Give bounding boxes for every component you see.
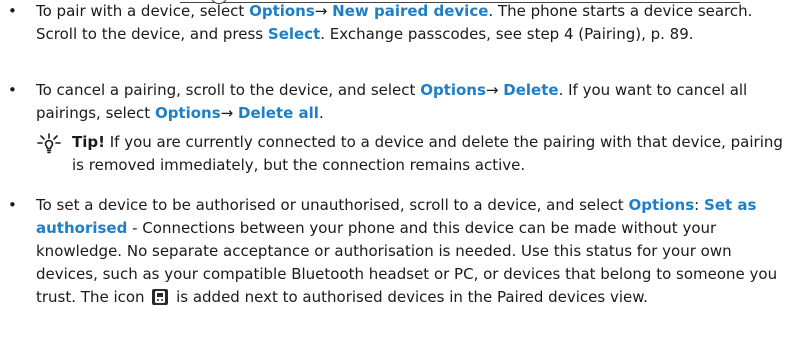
arrow: → — [485, 81, 499, 99]
keyword-select: Select — [267, 25, 321, 43]
list-item-authorise: • To set a device to be authorised or un… — [8, 194, 786, 309]
text: . — [318, 104, 324, 122]
manual-page: • To pair with a device, select Options→… — [0, 0, 802, 357]
tip-box: Tip! If you are currently connected to a… — [37, 131, 786, 177]
keyword-delete: Delete — [503, 81, 559, 99]
tip-text: If you are currently connected to a devi… — [72, 133, 783, 174]
keyword-options: Options — [420, 81, 486, 99]
keyword-delete-all: Delete all — [238, 104, 319, 122]
bullet: • — [8, 81, 17, 99]
text: To cancel a pairing, scroll to the devic… — [36, 81, 421, 99]
tip-label: Tip! — [72, 133, 105, 151]
text: To pair with a device, select — [36, 2, 250, 20]
list-item-pair: • To pair with a device, select Options→… — [8, 0, 786, 46]
keyword-options: Options — [154, 104, 221, 122]
keyword-options: Options — [628, 196, 695, 214]
bullet: • — [8, 196, 17, 214]
text: is added next to authorised devices in t… — [171, 288, 648, 306]
text: To set a device to be authorised or unau… — [36, 196, 629, 214]
keyword-options: Options — [249, 2, 315, 20]
tip-lightbulb-icon — [36, 132, 62, 154]
authorised-device-icon — [151, 288, 169, 306]
list-item-cancel: • To cancel a pairing, scroll to the dev… — [8, 79, 786, 125]
arrow: → — [220, 104, 234, 122]
arrow: → — [314, 2, 328, 20]
text: . Exchange passcodes, see step 4 (Pairin… — [320, 25, 694, 43]
colon: : — [694, 196, 700, 214]
bullet: • — [8, 2, 17, 20]
keyword-new-paired-device: New paired device — [332, 2, 489, 20]
